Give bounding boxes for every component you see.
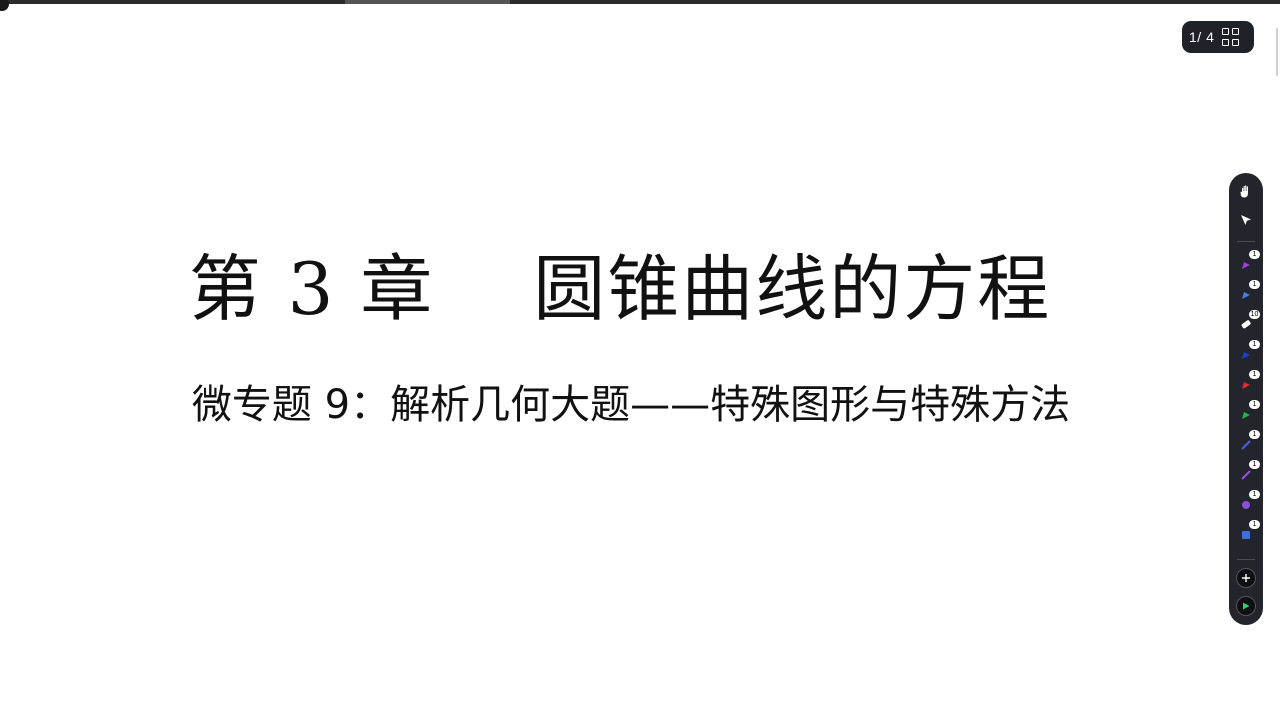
toolbar-divider — [1237, 559, 1255, 560]
pen-darkblue-icon[interactable]: 1 — [1234, 340, 1260, 367]
pen-blue-icon[interactable]: 1 — [1234, 280, 1260, 307]
eraser-icon[interactable]: 10 — [1234, 310, 1260, 337]
play-icon[interactable] — [1236, 596, 1256, 616]
line-blue-icon[interactable]: 1 — [1234, 430, 1260, 457]
slide-subtitle: 微专题 9：解析几何大题——特殊图形与特殊方法 — [191, 382, 1071, 428]
square-shape-icon[interactable]: 1 — [1234, 520, 1260, 547]
pen-purple-icon[interactable]: 1 — [1234, 250, 1260, 277]
line-purple-icon[interactable]: 1 — [1234, 460, 1260, 487]
annotation-toolbar: 1 1 10 1 1 1 1 1 1 1 — [1229, 173, 1263, 625]
pointer-select-icon[interactable] — [1234, 208, 1258, 232]
pen-red-icon[interactable]: 1 — [1234, 370, 1260, 397]
slide-canvas: 第 3 章 圆锥曲线的方程 微专题 9：解析几何大题——特殊图形与特殊方法 — [0, 0, 1280, 720]
slide-title: 第 3 章 圆锥曲线的方程 — [188, 247, 1052, 331]
pen-green-icon[interactable]: 1 — [1234, 400, 1260, 427]
hand-pan-icon[interactable] — [1234, 179, 1258, 203]
toolbar-divider — [1237, 241, 1255, 242]
circle-shape-icon[interactable]: 1 — [1234, 490, 1260, 517]
plus-icon[interactable] — [1236, 568, 1256, 588]
